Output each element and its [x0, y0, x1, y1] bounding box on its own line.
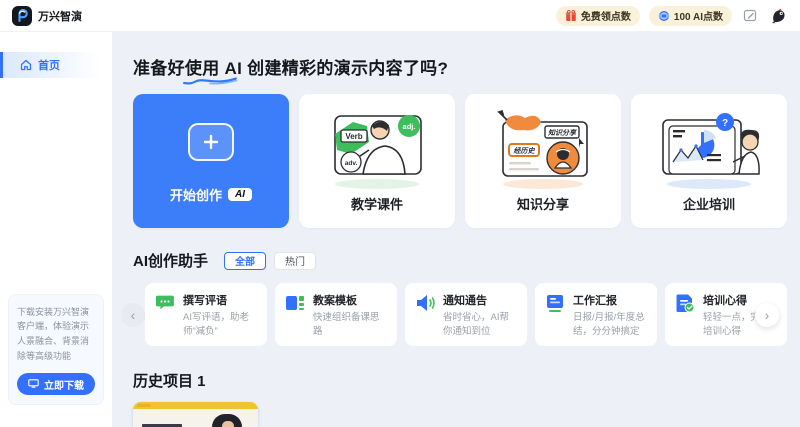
gift-icon	[565, 10, 577, 22]
feedback-button[interactable]	[741, 7, 759, 25]
svg-text:知识分享: 知识分享	[547, 128, 578, 137]
report-doc-icon	[544, 292, 566, 314]
watermark: ai-bot.cn AI工具集	[133, 402, 258, 427]
assistant-card-comments[interactable]: 撰写评语 AI写评语，助老师“减负”	[145, 283, 267, 346]
ai-points-label: 100 AI点数	[674, 8, 723, 23]
doc-check-icon	[674, 292, 696, 314]
training-illustration: ?	[649, 104, 769, 192]
chat-bubble-icon	[154, 292, 176, 314]
corporate-training-label: 企业培训	[683, 194, 735, 213]
tab-all-label: 全部	[235, 253, 255, 268]
page-title: 准备好使用 AI 创建精彩的演示内容了吗?	[133, 54, 787, 79]
assistant-card-desc: 日报/月报/年度总结，分分钟搞定	[573, 311, 648, 340]
assistant-tabs: 全部 热门	[224, 252, 316, 270]
knowledge-share-card[interactable]: 知识分享 经历史 知识分享	[465, 94, 621, 228]
assistant-section-title: AI创作助手	[133, 250, 208, 271]
assistant-card-lesson-template[interactable]: 教案模板 快速组织备课思路	[275, 283, 397, 346]
assistant-card-title: 通知通告	[443, 292, 518, 308]
page-title-post: 创建精彩的演示内容了吗?	[242, 59, 448, 78]
page-title-pre: 准备好	[133, 59, 185, 78]
assistant-card-notice[interactable]: 通知通告 省时省心，AI帮你通知到位	[405, 283, 527, 346]
knowledge-illustration: 知识分享 经历史	[483, 104, 603, 192]
download-button[interactable]: 立即下载	[17, 373, 95, 395]
free-points-label: 免费领点数	[581, 8, 631, 23]
feedback-icon	[743, 8, 758, 23]
assistant-card-title: 教案模板	[313, 292, 388, 308]
speaker-icon	[414, 292, 436, 314]
template-grid-icon	[284, 292, 306, 314]
download-promo-text: 下载安装万兴智演客户端，体验演示人景融合、背景消除等高级功能	[17, 305, 95, 364]
corporate-training-card[interactable]: ? 企业培训	[631, 94, 787, 228]
ai-points-counter[interactable]: 100 AI点数	[649, 6, 732, 26]
chevron-right-icon: ›	[765, 307, 770, 323]
ai-points-icon	[658, 10, 670, 22]
history-project-thumbnail[interactable]: ai-bot.cn AI工具集	[133, 402, 258, 427]
teaching-illustration: Verb adj. adv.	[317, 104, 437, 192]
start-create-label: 开始创作	[170, 185, 222, 204]
teaching-courseware-card[interactable]: Verb adj. adv. 教学课件	[299, 94, 455, 228]
ai-badge: AI	[228, 188, 252, 201]
svg-text:经历史: 经历史	[514, 146, 536, 155]
brand-name: 万兴智演	[38, 8, 82, 24]
plus-icon	[188, 123, 234, 161]
avatar-bird-icon	[769, 6, 788, 25]
assistant-card-title: 工作汇报	[573, 292, 648, 308]
tab-all[interactable]: 全部	[224, 252, 266, 270]
knowledge-share-label: 知识分享	[517, 194, 569, 213]
svg-text:?: ?	[722, 118, 728, 129]
create-card-grid: 开始创作 AI Verb adj.	[133, 94, 787, 228]
assistant-card-desc: 省时省心，AI帮你通知到位	[443, 311, 518, 340]
carousel-prev-button[interactable]: ‹	[121, 303, 145, 327]
monitor-icon	[28, 379, 39, 389]
sidebar: 首页 下载安装万兴智演客户端，体验演示人景融合、背景消除等高级功能 立即下载	[0, 32, 112, 427]
topbar: 万兴智演 免费领点数 100 AI点数	[0, 0, 800, 32]
free-points-button[interactable]: 免费领点数	[556, 6, 640, 26]
sidebar-item-home-label: 首页	[38, 57, 60, 73]
app-logo-icon	[12, 6, 32, 26]
underline-swoosh-icon	[181, 76, 238, 86]
teaching-courseware-label: 教学课件	[351, 194, 403, 213]
tab-hot-label: 热门	[285, 253, 305, 268]
start-create-card[interactable]: 开始创作 AI	[133, 94, 289, 228]
assistant-card-title: 撰写评语	[183, 292, 258, 308]
tab-hot[interactable]: 热门	[274, 252, 316, 270]
assistant-carousel: 撰写评语 AI写评语，助老师“减负” 教案模板 快速组织备课思路	[133, 283, 787, 346]
assistant-card-desc: AI写评语，助老师“减负”	[183, 311, 258, 340]
main-content: 准备好使用 AI 创建精彩的演示内容了吗? 开始创作 AI	[112, 32, 800, 427]
sidebar-item-home[interactable]: 首页	[0, 52, 112, 78]
chevron-left-icon: ‹	[131, 307, 136, 323]
assistant-section-header: AI创作助手 全部 热门	[133, 250, 787, 271]
svg-text:Verb: Verb	[345, 132, 362, 141]
assistant-card-desc: 快速组织备课思路	[313, 311, 388, 340]
user-avatar[interactable]	[768, 6, 788, 26]
download-promo-card: 下载安装万兴智演客户端，体验演示人景融合、背景消除等高级功能 立即下载	[8, 294, 104, 405]
carousel-next-button[interactable]: ›	[755, 303, 779, 327]
home-icon	[20, 59, 32, 71]
history-section-title: 历史项目 1	[133, 370, 787, 391]
assistant-card-work-report[interactable]: 工作汇报 日报/月报/年度总结，分分钟搞定	[535, 283, 657, 346]
svg-text:adv.: adv.	[345, 160, 358, 167]
svg-text:adj.: adj.	[403, 122, 416, 131]
page-title-em: 使用 AI	[185, 54, 242, 79]
download-button-label: 立即下载	[44, 377, 84, 392]
